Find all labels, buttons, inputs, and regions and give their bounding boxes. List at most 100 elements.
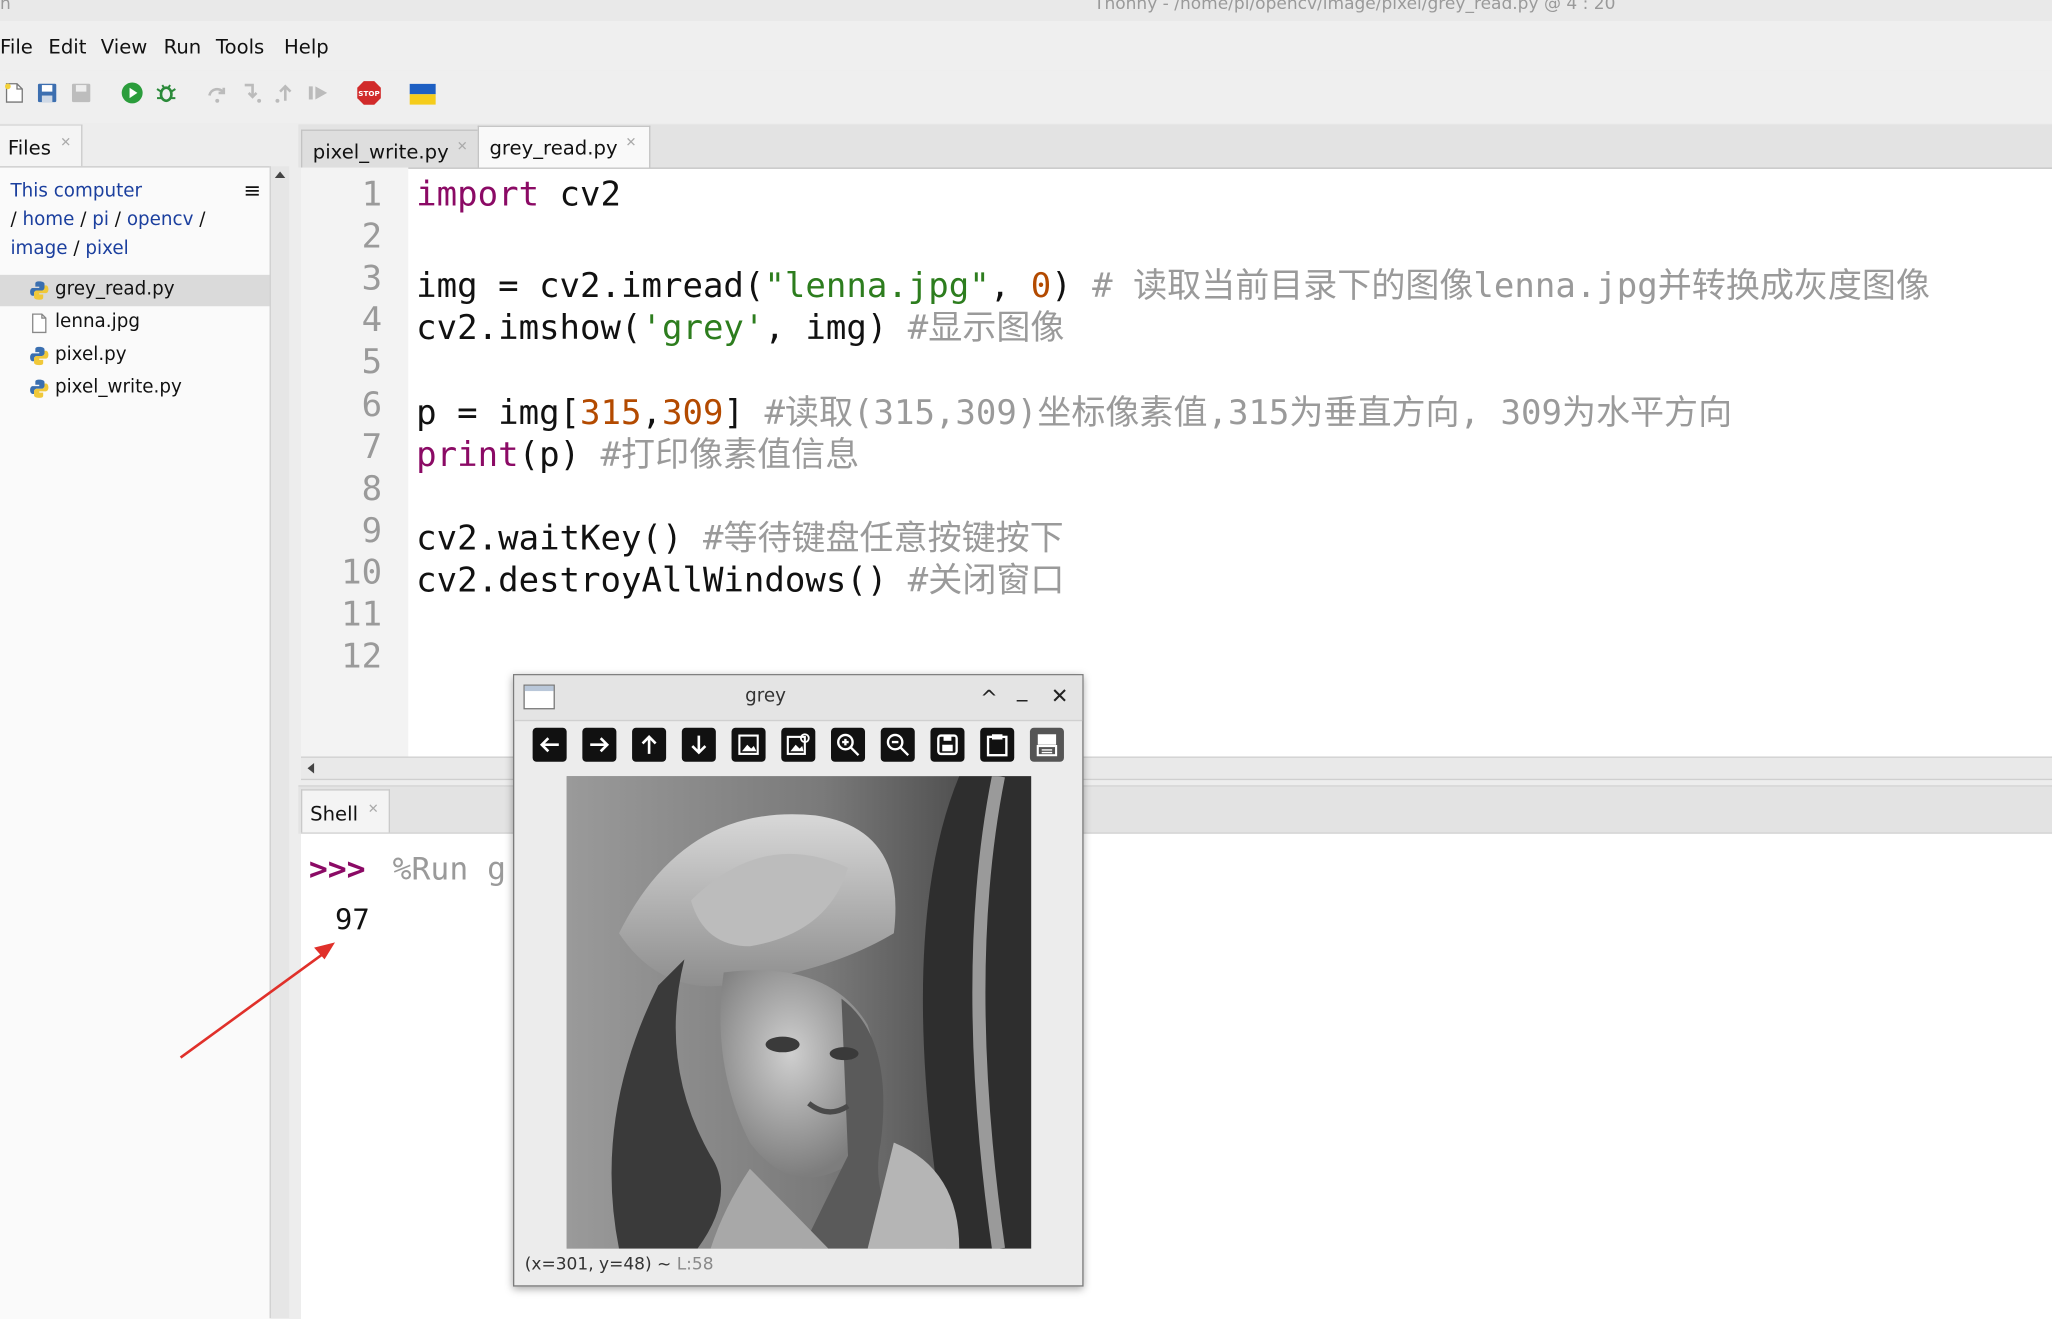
- save-image-button[interactable]: [930, 727, 965, 762]
- menu-tools[interactable]: Tools: [216, 35, 264, 59]
- code-token: import: [416, 175, 540, 215]
- code-line[interactable]: cv2.imshow('grey', img) #显示图像: [416, 301, 1064, 349]
- breadcrumb-this-computer[interactable]: This computer: [10, 181, 142, 202]
- step-over-icon[interactable]: [205, 81, 229, 105]
- tab-shell[interactable]: Shell ✕: [300, 789, 390, 836]
- hamburger-menu-icon[interactable]: ≡: [243, 178, 261, 203]
- properties-button[interactable]: [1029, 727, 1064, 762]
- file-name: pixel_write.py: [54, 376, 182, 398]
- arrow-down-button[interactable]: [681, 727, 716, 762]
- copy-clipboard-icon: [986, 734, 1008, 757]
- breadcrumb: This computer: [10, 181, 142, 202]
- arrow-right-icon: [590, 737, 610, 753]
- arrow-up-icon: [641, 735, 657, 754]
- menu-view[interactable]: View: [101, 35, 148, 59]
- window-title: Thonny - /home/pi/opencv/image/pixel/gre…: [1094, 0, 1616, 15]
- close-tab-icon[interactable]: ✕: [368, 802, 379, 816]
- arrow-right-button[interactable]: [582, 727, 617, 762]
- editor-tab-bar: pixel_write.py ✕ grey_read.py ✕: [298, 124, 2052, 169]
- annotation-arrow: [179, 942, 336, 1059]
- tab-label: grey_read.py: [489, 136, 618, 160]
- menu-help[interactable]: Help: [284, 35, 329, 59]
- files-tab-label: Files: [7, 136, 51, 160]
- breadcrumb-pixel[interactable]: pixel: [85, 238, 128, 259]
- line-number: 12: [341, 637, 383, 677]
- copy-clipboard-button[interactable]: [980, 727, 1015, 762]
- code-token: , img): [764, 308, 908, 349]
- line-number: 4: [361, 301, 383, 341]
- image-window[interactable]: grey ^ _ ✕ (x=301, y=48) ~ L:58: [512, 674, 1084, 1287]
- arrow-down-icon: [691, 735, 707, 755]
- zoom-original-icon: [786, 733, 810, 755]
- scroll-left-icon[interactable]: [305, 762, 315, 775]
- python-file-icon: [30, 346, 49, 366]
- file-item-lenna[interactable]: lenna.jpg: [0, 308, 270, 339]
- close-tab-icon[interactable]: ✕: [626, 136, 637, 150]
- tab-label: pixel_write.py: [312, 140, 449, 164]
- resume-icon[interactable]: [306, 81, 330, 105]
- step-into-icon[interactable]: [239, 81, 263, 105]
- new-file-icon[interactable]: [3, 81, 27, 105]
- files-scrollbar[interactable]: [269, 166, 290, 1319]
- window-titlebar: h Thonny - /home/pi/opencv/image/pixel/g…: [0, 0, 2052, 21]
- zoom-out-button[interactable]: [880, 727, 915, 762]
- file-name: pixel.py: [54, 344, 127, 366]
- properties-icon: [1036, 734, 1058, 757]
- code-token: #显示图像: [907, 308, 1065, 349]
- save-all-icon[interactable]: [69, 81, 93, 105]
- step-out-icon[interactable]: [274, 81, 298, 105]
- pixel-coords: (x=301, y=48) ~: [524, 1255, 677, 1275]
- file-icon: [32, 313, 47, 334]
- menu-run[interactable]: Run: [164, 35, 202, 59]
- code-token: #打印像素值信息: [600, 435, 860, 476]
- breadcrumb-home[interactable]: home: [22, 209, 74, 230]
- scroll-up-icon[interactable]: [274, 169, 287, 179]
- line-number: 1: [361, 175, 383, 215]
- line-number: 8: [361, 469, 383, 510]
- tab-pixel-write[interactable]: pixel_write.py ✕: [300, 129, 479, 169]
- breadcrumb: / home / pi / opencv /: [10, 209, 206, 231]
- code-line[interactable]: cv2.destroyAllWindows() #关闭窗口: [416, 554, 1064, 602]
- breadcrumb-image[interactable]: image: [10, 238, 67, 259]
- line-number: 2: [361, 217, 383, 257]
- zoom-in-button[interactable]: [831, 727, 866, 762]
- arrow-left-icon: [539, 737, 559, 753]
- code-token: #读取(315,309)坐标像素值,315为垂直方向, 309为水平方向: [764, 393, 1733, 434]
- menu-bar: File Edit View Run Tools Help: [0, 20, 2052, 71]
- shell-prompt: >>>: [308, 850, 366, 888]
- code-line[interactable]: import cv2: [416, 175, 621, 214]
- zoom-fit-icon: [738, 734, 759, 755]
- image-window-titlebar[interactable]: grey ^ _ ✕: [514, 675, 1083, 722]
- zoom-original-button[interactable]: [781, 727, 816, 762]
- stop-icon[interactable]: STOP: [356, 80, 382, 106]
- close-icon[interactable]: ✕: [1051, 683, 1069, 708]
- ukraine-flag-icon[interactable]: [409, 83, 436, 105]
- maximize-icon[interactable]: ^: [980, 686, 998, 711]
- file-item-grey-read[interactable]: grey_read.py: [0, 274, 270, 307]
- close-tab-icon[interactable]: ✕: [60, 136, 71, 150]
- arrow-left-button[interactable]: [532, 727, 567, 762]
- code-token: 'grey': [641, 308, 765, 349]
- tab-grey-read[interactable]: grey_read.py ✕: [477, 125, 651, 169]
- menu-edit[interactable]: Edit: [48, 35, 86, 59]
- file-item-pixel[interactable]: pixel.py: [0, 340, 270, 371]
- files-tab[interactable]: Files ✕: [0, 124, 83, 168]
- line-number: 10: [341, 553, 383, 593]
- debug-icon[interactable]: [154, 81, 178, 105]
- menu-file[interactable]: File: [0, 35, 33, 59]
- arrow-up-button[interactable]: [632, 727, 667, 762]
- file-item-pixel-write[interactable]: pixel_write.py: [0, 373, 270, 404]
- run-icon[interactable]: [120, 81, 144, 105]
- close-tab-icon[interactable]: ✕: [457, 140, 468, 154]
- grayscale-image[interactable]: [566, 776, 1032, 1249]
- breadcrumb: image / pixel: [10, 238, 129, 260]
- zoom-fit-button[interactable]: [731, 727, 766, 762]
- breadcrumb-pi[interactable]: pi: [92, 209, 109, 230]
- app-title-fragment: h: [0, 0, 11, 15]
- minimize-icon[interactable]: _: [1017, 677, 1027, 702]
- code-line[interactable]: print(p) #打印像素值信息: [416, 428, 859, 476]
- save-icon[interactable]: [35, 81, 59, 105]
- line-number: 3: [361, 259, 383, 299]
- image-status-bar: (x=301, y=48) ~ L:58: [525, 1255, 714, 1275]
- breadcrumb-opencv[interactable]: opencv: [127, 209, 194, 230]
